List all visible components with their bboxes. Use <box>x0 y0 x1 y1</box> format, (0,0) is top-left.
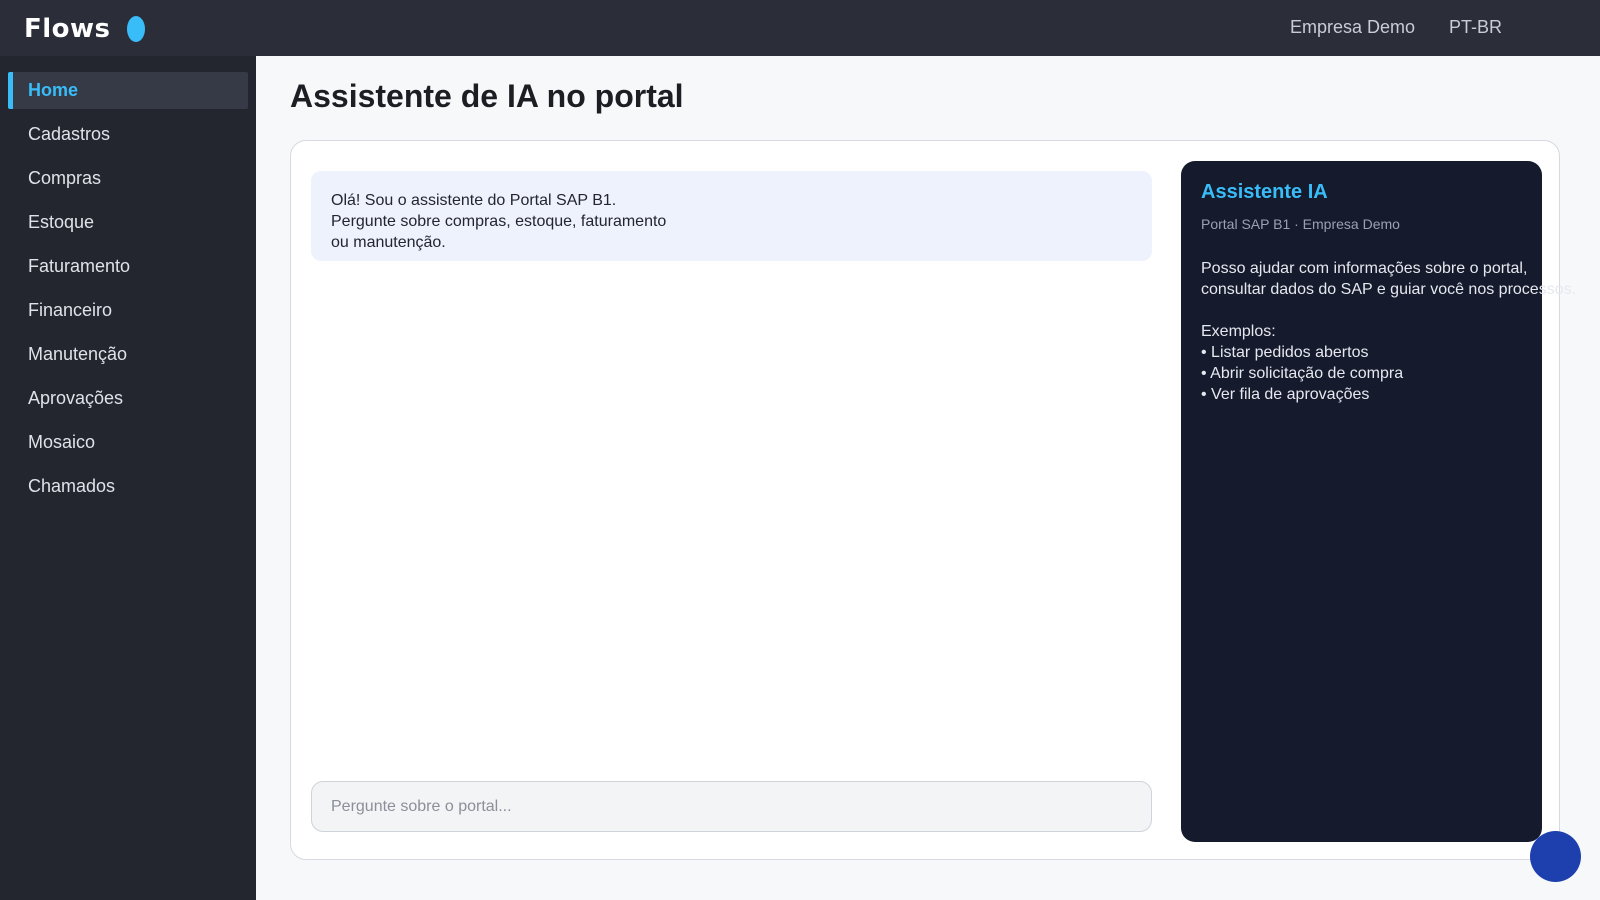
brand-logo[interactable]: Flows <box>24 14 145 44</box>
sidebar-item-home[interactable]: Home <box>8 72 248 109</box>
chat-input[interactable] <box>311 781 1152 832</box>
sidebar-item-faturamento[interactable]: Faturamento <box>8 248 248 285</box>
message-line: ou manutenção. <box>331 234 446 251</box>
ai-panel-subtitle: Portal SAP B1 · Empresa Demo <box>1201 216 1400 232</box>
ai-panel-title: Assistente IA <box>1201 181 1328 203</box>
ai-panel-description-line: Posso ajudar com informações sobre o por… <box>1201 260 1528 277</box>
example-item: • Abrir solicitação de compra <box>1201 365 1404 382</box>
ai-assistant-panel: Assistente IA Portal SAP B1 · Empresa De… <box>1181 161 1576 842</box>
top-bar: Flows Empresa Demo PT-BR <box>0 0 1600 56</box>
sidebar-item-manutencao[interactable]: Manutenção <box>8 336 248 373</box>
sidebar-item-mosaico[interactable]: Mosaico <box>8 424 248 461</box>
sidebar-item-estoque[interactable]: Estoque <box>8 204 248 241</box>
message-line: Pergunte sobre compras, estoque, faturam… <box>331 213 667 230</box>
example-item: • Listar pedidos abertos <box>1201 344 1369 361</box>
ai-panel-description-line: consultar dados do SAP e guiar você nos … <box>1201 281 1577 298</box>
floating-action-button[interactable] <box>1530 831 1581 882</box>
ai-panel-examples: Exemplos: • Listar pedidos abertos • Abr… <box>1201 321 1522 405</box>
page-title: Assistente de IA no portal <box>290 78 684 114</box>
language-selector[interactable]: PT-BR <box>1449 17 1502 38</box>
assistant-card: Olá! Sou o assistente do Portal SAP B1. … <box>290 140 1576 860</box>
example-item: • Ver fila de aprovações <box>1201 386 1370 403</box>
sidebar-item-compras[interactable]: Compras <box>8 160 248 197</box>
examples-heading: Exemplos: <box>1201 323 1276 340</box>
brand-name: Flows <box>24 14 111 44</box>
assistant-message: Olá! Sou o assistente do Portal SAP B1. … <box>311 171 1152 261</box>
top-bar-right: Empresa Demo PT-BR <box>1290 17 1502 38</box>
message-line: Olá! Sou o assistente do Portal SAP B1. <box>331 192 617 209</box>
brand-dot-icon <box>126 16 145 42</box>
sidebar-item-chamados[interactable]: Chamados <box>8 468 248 505</box>
company-selector[interactable]: Empresa Demo <box>1290 17 1415 38</box>
sidebar: Home Cadastros Compras Estoque Faturamen… <box>0 56 256 900</box>
sidebar-item-cadastros[interactable]: Cadastros <box>8 116 248 153</box>
sidebar-item-financeiro[interactable]: Financeiro <box>8 292 248 329</box>
sidebar-item-aprovacoes[interactable]: Aprovações <box>8 380 248 417</box>
